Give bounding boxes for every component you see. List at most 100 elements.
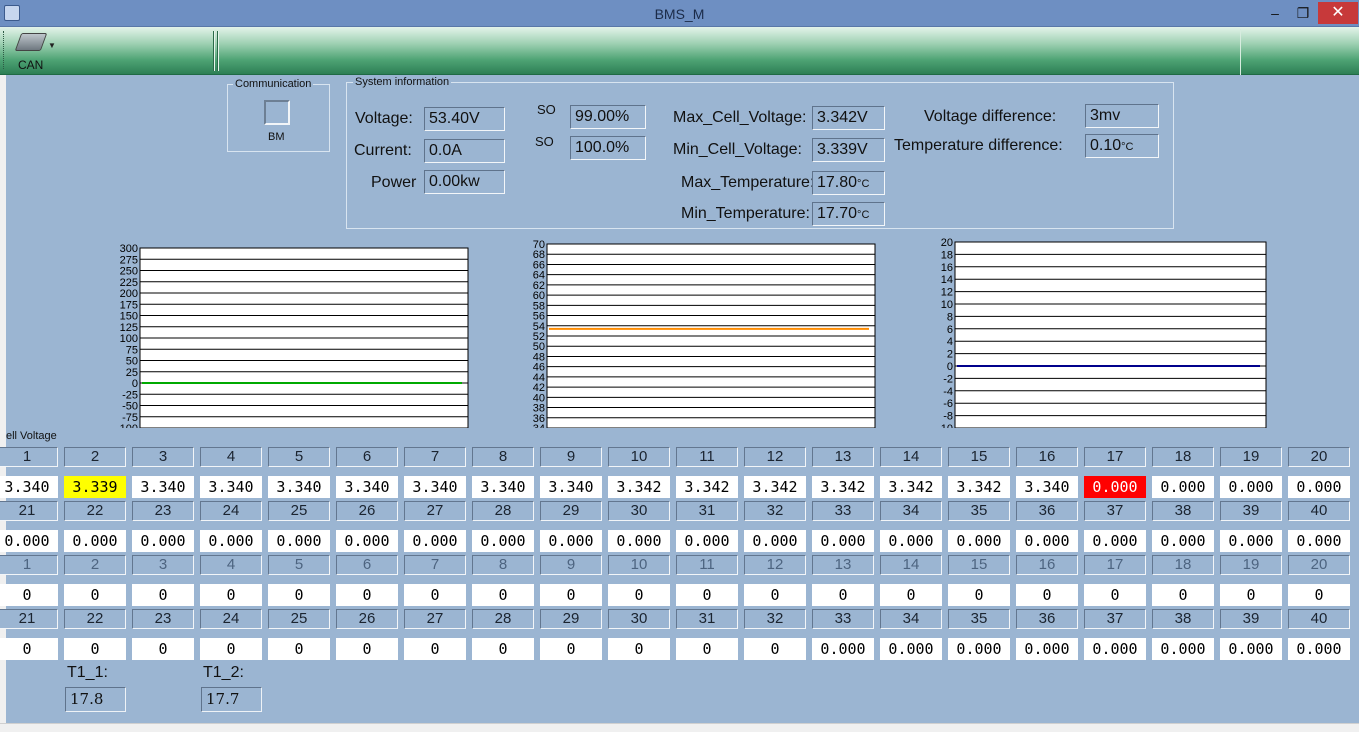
cell-value: 0.000: [744, 530, 806, 552]
cell-value: 0.000: [1220, 638, 1282, 660]
cell-value: 0: [676, 638, 738, 660]
toolbar-band-end: [1240, 29, 1241, 75]
cell-value: 3.342: [948, 476, 1010, 498]
y-tick-label: 10: [941, 299, 953, 311]
y-tick-label: 16: [941, 262, 953, 274]
max-temperature-label: Max_Temperature:: [681, 174, 815, 191]
t1-2-label: T1_2:: [203, 664, 244, 681]
cell-value: 3.340: [132, 476, 194, 498]
cell-index-header: 23: [132, 501, 194, 521]
voltage-difference-label: Voltage difference:: [924, 108, 1057, 125]
cell-index-header: 25: [268, 609, 330, 629]
cell-index-header: 4: [200, 555, 262, 575]
cell-value: 0.000: [880, 530, 942, 552]
cell-index-header: 22: [64, 609, 126, 629]
y-tick-label: 20: [941, 237, 953, 249]
minimize-button[interactable]: ‒: [1262, 2, 1288, 24]
soh-label: SO: [535, 134, 554, 149]
cell-value: 0: [404, 638, 466, 660]
min-temperature-unit: °C: [857, 209, 870, 221]
y-tick-label: -100: [116, 423, 138, 428]
y-tick-label: 0: [947, 361, 953, 373]
cell-value: 0.000: [1152, 476, 1214, 498]
cell-index-header: 14: [880, 555, 942, 575]
y-tick-label: 34: [533, 423, 545, 428]
cell-index-header: 5: [268, 555, 330, 575]
cell-value: 3.342: [608, 476, 670, 498]
communication-legend: Communication: [233, 78, 314, 90]
cell-value: 0.000: [1288, 530, 1350, 552]
max-cell-voltage-value: 3.342V: [812, 106, 885, 130]
cell-value: 0.000: [268, 530, 330, 552]
y-tick-label: 100: [120, 333, 138, 345]
cell-index-header: 25: [268, 501, 330, 521]
voltage-chart: 70686664626058565452504846444240383634: [506, 238, 881, 428]
y-tick-label: 2: [947, 349, 953, 361]
cell-value: 0.000: [1016, 530, 1078, 552]
cell-value: 0: [540, 584, 602, 606]
can-button[interactable]: ▼ CAN: [10, 29, 62, 73]
cell-index-header: 18: [1152, 447, 1214, 467]
cell-value: 3.339: [64, 476, 126, 498]
cell-index-header: 1: [0, 555, 58, 575]
cell-index-header: 26: [336, 609, 398, 629]
cell-index-header: 30: [608, 609, 670, 629]
cell-index-header: 19: [1220, 555, 1282, 575]
cell-value: 0: [744, 638, 806, 660]
cell-index-header: 3: [132, 447, 194, 467]
y-tick-label: 18: [941, 249, 953, 261]
cell-value: 3.340: [540, 476, 602, 498]
cell-index-header: 38: [1152, 501, 1214, 521]
can-device-icon: [14, 33, 48, 51]
cell-value: 0: [336, 638, 398, 660]
min-temperature-number: 17.70: [817, 205, 858, 222]
current-value: 0.0A: [424, 139, 505, 163]
cell-value: 0.000: [336, 530, 398, 552]
cell-value: 0: [132, 584, 194, 606]
cell-index-header: 13: [812, 555, 874, 575]
cell-value: 0: [1220, 584, 1282, 606]
cell-value: 3.342: [812, 476, 874, 498]
cell-index-header: 11: [676, 555, 738, 575]
cell-value: 0.000: [1152, 530, 1214, 552]
cell-voltage-title: ell Voltage: [6, 430, 57, 442]
toolbar-grip[interactable]: [3, 31, 6, 69]
cell-value: 0.000: [404, 530, 466, 552]
communication-status-label: BM: [268, 131, 285, 143]
temperature-chart: 20181614121086420-2-4-6-8-10: [914, 235, 1274, 428]
cell-index-header: 40: [1288, 501, 1350, 521]
cell-index-header: 24: [200, 501, 262, 521]
cell-value: 0: [404, 584, 466, 606]
cell-value: 0: [1016, 584, 1078, 606]
close-button[interactable]: ✕: [1318, 2, 1358, 24]
cell-index-header: 7: [404, 555, 466, 575]
cell-index-header: 2: [64, 555, 126, 575]
system-information-group: System information Voltage: 53.40V Curre…: [346, 76, 1174, 229]
plot-area: [954, 241, 1267, 428]
cell-value: 3.340: [472, 476, 534, 498]
y-tick-label: -4: [943, 386, 953, 398]
cell-index-header: 31: [676, 501, 738, 521]
restore-button[interactable]: ❐: [1290, 2, 1316, 24]
y-tick-label: 25: [126, 367, 138, 379]
cell-value: 0.000: [200, 530, 262, 552]
cell-index-header: 29: [540, 501, 602, 521]
cell-index-header: 27: [404, 501, 466, 521]
y-tick-label: 4: [947, 336, 953, 348]
system-information-legend: System information: [353, 76, 452, 88]
cell-value: 3.340: [268, 476, 330, 498]
cell-value: 0.000: [472, 530, 534, 552]
cell-index-header: 39: [1220, 609, 1282, 629]
cell-value: 0: [880, 584, 942, 606]
y-tick-label: -2: [943, 373, 953, 385]
cell-index-header: 11: [676, 447, 738, 467]
cell-index-header: 40: [1288, 609, 1350, 629]
cell-index-header: 34: [880, 501, 942, 521]
cell-index-header: 19: [1220, 447, 1282, 467]
temperature-difference-value: 0.10°C: [1085, 134, 1159, 158]
cell-index-header: 31: [676, 609, 738, 629]
cell-index-header: 26: [336, 501, 398, 521]
toolbar-separator: [213, 31, 215, 71]
chevron-down-icon: ▼: [48, 41, 56, 50]
cell-value: 0.000: [0, 530, 58, 552]
